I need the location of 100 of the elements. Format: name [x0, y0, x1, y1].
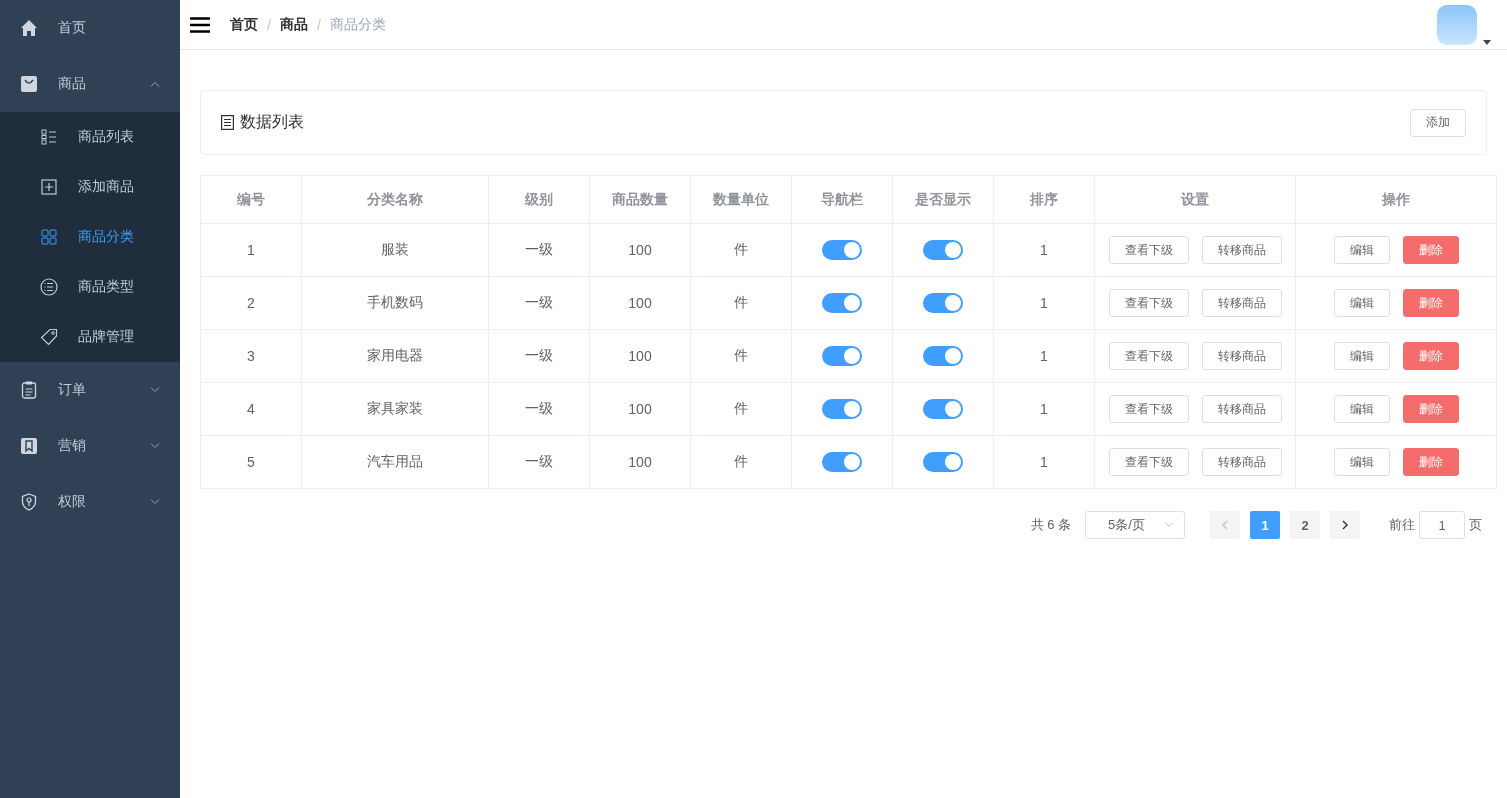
- add-button[interactable]: 添加: [1410, 108, 1466, 137]
- breadcrumb-item[interactable]: 首页: [230, 15, 258, 34]
- page-jump-field[interactable]: 1: [1419, 511, 1465, 539]
- total-count: 共 6 条: [1030, 516, 1071, 534]
- menu-icon[interactable]: [190, 16, 210, 33]
- edit-button[interactable]: 编辑: [1333, 395, 1390, 423]
- column-header: 级别: [488, 175, 590, 224]
- add-square-icon: [41, 179, 57, 195]
- grid-icon: [41, 229, 57, 245]
- breadcrumb-separator: /: [267, 16, 271, 33]
- edit-button[interactable]: 编辑: [1333, 342, 1390, 370]
- column-header: 排序: [993, 175, 1095, 224]
- bookmark-icon: [20, 437, 38, 455]
- edit-button[interactable]: 编辑: [1333, 289, 1390, 317]
- chevron-down-icon: [150, 443, 160, 449]
- table-cell: 1: [993, 382, 1095, 436]
- transfer-products-button[interactable]: 转移商品: [1201, 289, 1282, 317]
- table-cell: 5: [200, 435, 302, 489]
- sidebar-menu-item[interactable]: 商品: [0, 56, 180, 112]
- column-header: 操作: [1295, 175, 1497, 224]
- toggle-switch[interactable]: [923, 452, 963, 472]
- transfer-products-button[interactable]: 转移商品: [1201, 395, 1282, 423]
- column-header: 是否显示: [892, 175, 994, 224]
- table-cell: 100: [589, 329, 691, 383]
- toggle-switch[interactable]: [822, 399, 862, 419]
- table-cell: 件: [690, 382, 792, 436]
- chevron-up-icon: [150, 81, 160, 87]
- chevron-right-icon: [1342, 520, 1348, 530]
- page-number-button[interactable]: 2: [1290, 511, 1320, 539]
- card-title: 数据列表: [240, 112, 304, 132]
- edit-button[interactable]: 编辑: [1333, 236, 1390, 264]
- table-cell: 1: [993, 329, 1095, 383]
- column-header: 设置: [1094, 175, 1296, 224]
- clipboard-icon: [21, 381, 37, 399]
- table-cell: 100: [589, 382, 691, 436]
- table-cell: 件: [690, 276, 792, 330]
- chevron-down-icon: [1164, 522, 1174, 528]
- page-size-select[interactable]: 5条/页: [1085, 511, 1185, 539]
- toggle-switch[interactable]: [822, 293, 862, 313]
- sidebar-submenu-item[interactable]: 商品类型: [0, 262, 180, 312]
- table-cell: 2: [200, 276, 302, 330]
- chevron-down-icon: [150, 387, 160, 393]
- view-children-button[interactable]: 查看下级: [1108, 289, 1189, 317]
- transfer-products-button[interactable]: 转移商品: [1201, 342, 1282, 370]
- document-icon: [221, 115, 234, 130]
- table-cell: 件: [690, 223, 792, 277]
- table-cell: 一级: [488, 382, 590, 436]
- sidebar-menu-item[interactable]: 订单: [0, 362, 180, 418]
- list-icon: [41, 129, 57, 145]
- toggle-switch[interactable]: [923, 346, 963, 366]
- edit-button[interactable]: 编辑: [1333, 448, 1390, 476]
- table-cell: 件: [690, 329, 792, 383]
- home-icon: [20, 19, 38, 37]
- transfer-products-button[interactable]: 转移商品: [1201, 448, 1282, 476]
- toggle-switch[interactable]: [923, 399, 963, 419]
- toggle-switch[interactable]: [822, 346, 862, 366]
- table-cell: 100: [589, 435, 691, 489]
- breadcrumb-item: 商品分类: [329, 15, 386, 34]
- column-header: 导航栏: [791, 175, 893, 224]
- sidebar-submenu-item[interactable]: 品牌管理: [0, 312, 180, 362]
- caret-down-icon[interactable]: [1483, 39, 1491, 45]
- list-circle-icon: [40, 278, 58, 296]
- table-cell: 1: [993, 435, 1095, 489]
- transfer-products-button[interactable]: 转移商品: [1201, 236, 1282, 264]
- table-cell: 件: [690, 435, 792, 489]
- table-cell: 100: [589, 276, 691, 330]
- table-cell: 一级: [488, 223, 590, 277]
- view-children-button[interactable]: 查看下级: [1108, 395, 1189, 423]
- toggle-switch[interactable]: [923, 240, 963, 260]
- chevron-down-icon: [150, 499, 160, 505]
- toggle-switch[interactable]: [822, 452, 862, 472]
- view-children-button[interactable]: 查看下级: [1108, 342, 1189, 370]
- sidebar-menu-item[interactable]: 首页: [0, 0, 180, 56]
- sidebar-submenu-item[interactable]: 添加商品: [0, 162, 180, 212]
- column-header: 商品数量: [589, 175, 691, 224]
- shield-icon: [21, 493, 37, 511]
- table-cell: 汽车用品: [301, 435, 489, 489]
- toggle-switch[interactable]: [923, 293, 963, 313]
- sidebar-submenu-item[interactable]: 商品列表: [0, 112, 180, 162]
- breadcrumb-item[interactable]: 商品: [279, 15, 308, 34]
- table-cell: 一级: [488, 329, 590, 383]
- table-cell: 家具家装: [301, 382, 489, 436]
- toggle-switch[interactable]: [822, 240, 862, 260]
- next-page-button[interactable]: [1330, 511, 1360, 539]
- view-children-button[interactable]: 查看下级: [1108, 236, 1189, 264]
- shopping-bag-icon: [20, 75, 38, 93]
- avatar-image[interactable]: [1437, 4, 1477, 45]
- jump-label: 前往: [1389, 516, 1415, 534]
- sidebar-menu-item[interactable]: 权限: [0, 474, 180, 530]
- table-cell: 100: [589, 223, 691, 277]
- page-unit-label: 页: [1469, 516, 1482, 534]
- sidebar-submenu-item[interactable]: 商品分类: [0, 212, 180, 262]
- breadcrumb-separator: /: [316, 16, 321, 33]
- view-children-button[interactable]: 查看下级: [1108, 448, 1189, 476]
- sidebar-menu-item[interactable]: 营销: [0, 418, 180, 474]
- table-cell: 4: [200, 382, 302, 436]
- table-cell: 家用电器: [301, 329, 489, 383]
- column-header: 分类名称: [301, 175, 489, 224]
- table-cell: 3: [200, 329, 302, 383]
- table-cell: 服装: [301, 223, 489, 277]
